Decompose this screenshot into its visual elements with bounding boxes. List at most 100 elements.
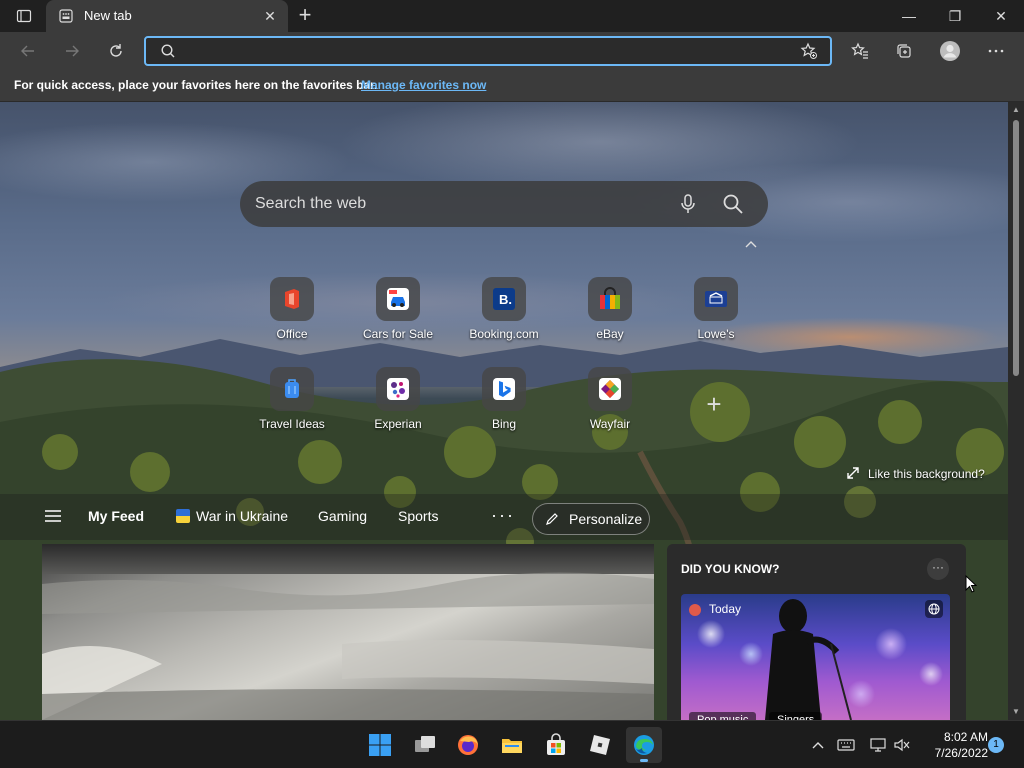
wayfair-icon	[588, 367, 632, 411]
feed-tab-gaming[interactable]: Gaming	[318, 508, 367, 524]
microsoft-store-icon[interactable]	[538, 727, 574, 763]
globe-icon[interactable]	[925, 600, 943, 618]
add-favorite-icon[interactable]	[800, 42, 818, 65]
close-tab-icon[interactable]: ✕	[260, 6, 280, 26]
personalize-button[interactable]: Personalize	[532, 503, 650, 535]
svg-text:B.: B.	[499, 292, 512, 307]
search-placeholder: Search the web	[255, 195, 367, 212]
quick-link-cars-for-sale[interactable]: Cars for Sale	[353, 277, 443, 357]
network-icon[interactable]	[868, 735, 888, 755]
feed-tab-sports[interactable]: Sports	[398, 508, 438, 524]
ukraine-flag-icon	[176, 509, 190, 523]
quick-link-label: Office	[276, 327, 308, 341]
start-windows-icon[interactable]	[362, 727, 398, 763]
luggage-icon	[270, 367, 314, 411]
profile-avatar-icon[interactable]	[934, 36, 966, 66]
tab-new-tab[interactable]: New tab ✕	[46, 0, 288, 32]
microphone-icon[interactable]	[677, 193, 699, 215]
quick-link-booking[interactable]: B. Booking.com	[459, 277, 549, 357]
topic-tag[interactable]: Singers	[769, 712, 823, 720]
office-icon	[270, 277, 314, 321]
close-window-button[interactable]: ✕	[978, 0, 1024, 32]
new-tab-button[interactable]: +	[292, 4, 318, 28]
quick-link-lowes[interactable]: Lowe's	[671, 277, 761, 357]
refresh-icon[interactable]	[100, 36, 132, 66]
roblox-icon[interactable]	[582, 727, 618, 763]
quick-link-label: Experian	[374, 417, 422, 431]
mouse-cursor-icon	[965, 575, 977, 593]
task-view-icon[interactable]	[407, 727, 443, 763]
new-tab-page-icon	[58, 8, 74, 24]
personalize-label: Personalize	[569, 511, 643, 527]
show-hidden-icons-icon[interactable]	[808, 735, 828, 755]
favorites-icon[interactable]	[844, 36, 876, 66]
firefox-icon[interactable]	[450, 727, 486, 763]
title-bar: New tab ✕ + — ❐ ✕	[0, 0, 1024, 32]
volume-muted-icon[interactable]	[892, 735, 912, 755]
restore-button[interactable]: ❐	[932, 0, 978, 32]
pencil-icon	[546, 513, 558, 525]
lowes-icon	[694, 277, 738, 321]
feed-navigation: My Feed War in Ukraine Gaming Sports ···…	[0, 494, 1008, 540]
tab-title: New tab	[84, 8, 132, 23]
expand-icon	[847, 467, 859, 479]
quick-link-travel-ideas[interactable]: Travel Ideas	[247, 367, 337, 447]
like-this-background[interactable]: Like this background?	[846, 466, 985, 481]
favorites-bar-hint: For quick access, place your favorites h…	[14, 78, 378, 92]
car-icon	[376, 277, 420, 321]
file-explorer-icon[interactable]	[494, 727, 530, 763]
today-label: Today	[709, 602, 742, 616]
manage-favorites-link[interactable]: Manage favorites now	[361, 78, 486, 92]
quick-link-label: Wayfair	[589, 417, 631, 431]
address-bar[interactable]	[144, 36, 832, 66]
system-clock[interactable]: 8:02 AM 7/26/2022	[918, 729, 988, 761]
like-background-label: Like this background?	[868, 467, 985, 481]
address-input[interactable]	[182, 42, 782, 62]
forward-icon[interactable]	[56, 36, 88, 66]
quick-link-bing[interactable]: Bing	[459, 367, 549, 447]
tab-actions-icon[interactable]	[8, 4, 40, 28]
quick-link-label: Bing	[491, 417, 517, 431]
experian-icon	[376, 367, 420, 411]
feed-hero-card[interactable]	[42, 544, 654, 720]
notification-badge[interactable]: 1	[988, 737, 1004, 753]
scroll-up-icon[interactable]: ▲	[1008, 102, 1024, 118]
quick-link-label: Travel Ideas	[259, 417, 325, 431]
quick-link-ebay[interactable]: eBay	[565, 277, 655, 357]
clock-date: 7/26/2022	[934, 746, 988, 760]
menu-icon[interactable]	[44, 508, 64, 524]
keyboard-icon[interactable]	[836, 735, 856, 755]
taskbar: 8:02 AM 7/26/2022 1	[0, 720, 1024, 768]
web-search-box[interactable]: Search the web	[240, 181, 768, 227]
quick-link-label: Cars for Sale	[362, 327, 434, 341]
edge-browser-icon[interactable]	[626, 727, 662, 763]
did-you-know-title: DID YOU KNOW?	[681, 562, 780, 576]
quick-link-office[interactable]: Office	[247, 277, 337, 357]
more-feed-tabs-icon[interactable]: ···	[491, 505, 515, 526]
new-tab-page: Search the web Office Cars for Sale B. B…	[0, 102, 1008, 720]
collapse-quick-links-icon[interactable]	[742, 238, 760, 252]
favorites-bar: For quick access, place your favorites h…	[0, 70, 1024, 102]
settings-more-icon[interactable]	[980, 36, 1012, 66]
quick-link-label: Booking.com	[469, 327, 539, 341]
search-submit-icon[interactable]	[722, 193, 744, 215]
more-options-icon[interactable]: ···	[927, 558, 949, 580]
hero-image-texture	[42, 572, 654, 720]
collections-icon[interactable]	[888, 36, 920, 66]
quick-link-label: eBay	[596, 327, 624, 341]
quick-link-wayfair[interactable]: Wayfair	[565, 367, 655, 447]
add-quick-link-button[interactable]: +	[692, 382, 736, 426]
scrollbar-thumb[interactable]	[1013, 120, 1019, 376]
topic-tag[interactable]: Pop music	[689, 712, 757, 720]
today-source-icon	[689, 604, 701, 616]
page-scrollbar[interactable]: ▲ ▼	[1008, 102, 1024, 720]
minimize-button[interactable]: —	[886, 0, 932, 32]
quick-link-experian[interactable]: Experian	[353, 367, 443, 447]
feed-tab-war-in-ukraine[interactable]: War in Ukraine	[176, 508, 288, 524]
back-icon[interactable]	[12, 36, 44, 66]
scroll-down-icon[interactable]: ▼	[1008, 704, 1024, 720]
search-icon	[160, 43, 176, 64]
feed-tab-my-feed[interactable]: My Feed	[88, 508, 144, 524]
did-you-know-image[interactable]: Today Pop music Singers	[681, 594, 950, 720]
ebay-bag-icon	[588, 277, 632, 321]
